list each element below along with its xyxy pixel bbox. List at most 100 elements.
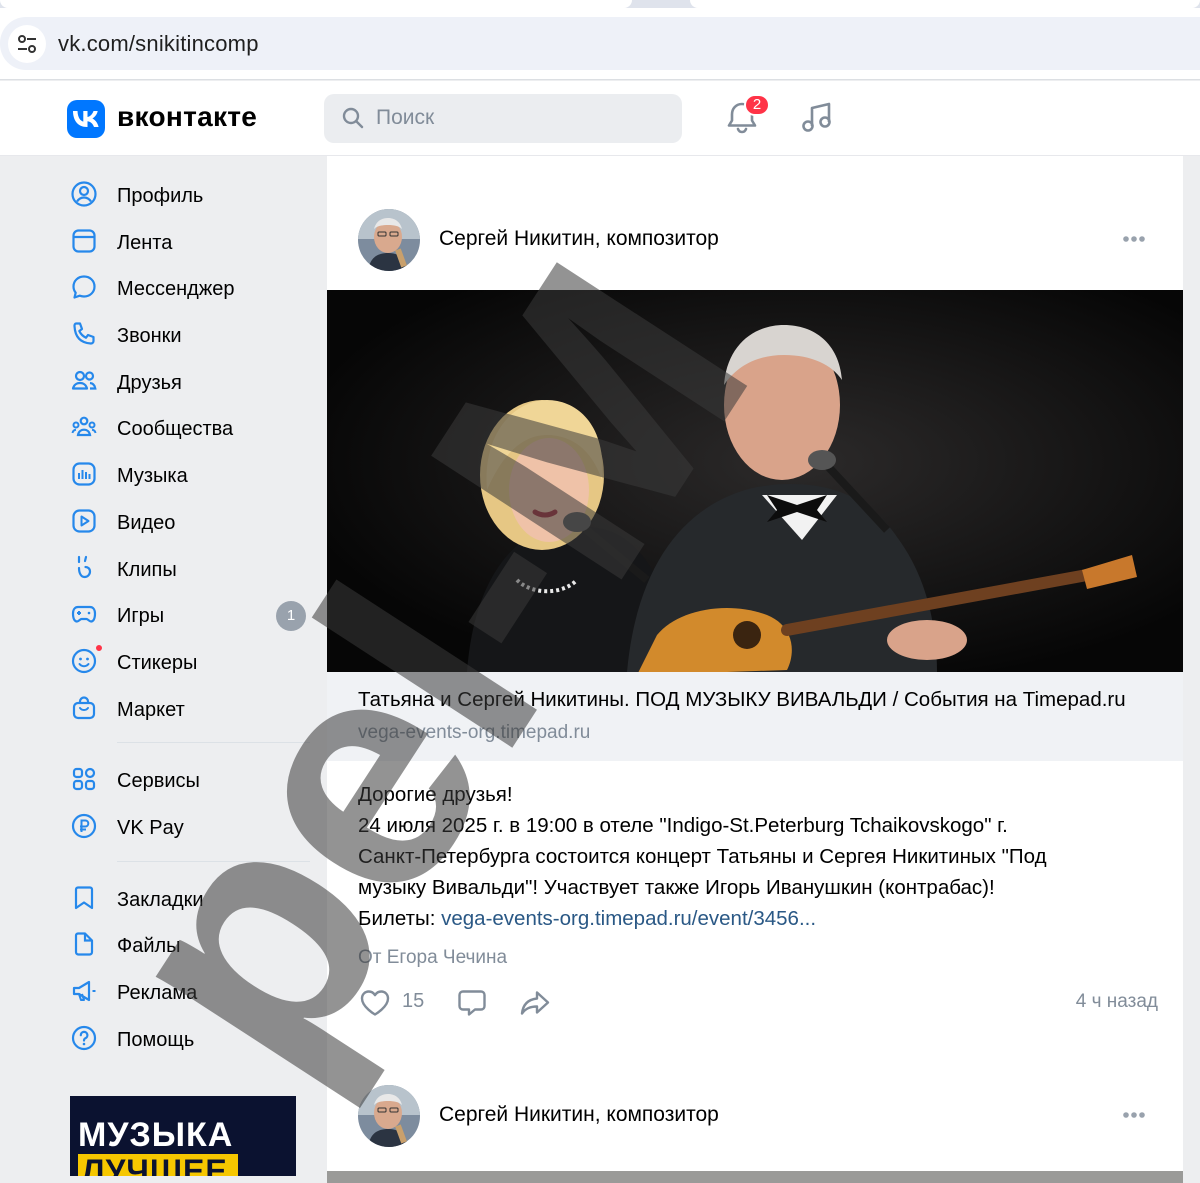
search-box[interactable] bbox=[324, 94, 682, 143]
ads-icon bbox=[72, 980, 96, 1002]
notification-count-badge: 2 bbox=[744, 94, 770, 116]
sidebar-item-label: Реклама bbox=[117, 982, 198, 1004]
video-icon bbox=[72, 509, 96, 533]
profile-icon bbox=[71, 181, 97, 207]
music-icon bbox=[72, 462, 96, 486]
browser-tab[interactable] bbox=[0, 0, 632, 8]
files-icon bbox=[74, 932, 94, 956]
like-icon[interactable] bbox=[358, 986, 392, 1020]
avatar[interactable] bbox=[358, 1085, 420, 1147]
sidebar-item-bookmarks[interactable]: Закладки bbox=[60, 874, 310, 921]
sidebar-item-profile[interactable]: Профиль bbox=[60, 170, 310, 217]
sidebar-item-communities[interactable]: Сообщества bbox=[60, 403, 310, 450]
url-text[interactable]: vk.com/snikitincomp bbox=[58, 31, 259, 57]
vk-logo-icon[interactable] bbox=[67, 100, 105, 138]
sidebar-item-label: Лента bbox=[117, 231, 173, 254]
link-title[interactable]: Татьяна и Сергей Никитины. ПОД МУЗЫКУ ВИ… bbox=[358, 688, 1158, 712]
post-text: Дорогие друзья! 24 июля 2025 г. в 19:00 … bbox=[358, 779, 1158, 934]
tune-icon[interactable] bbox=[8, 25, 46, 63]
post-text-line: Дорогие друзья! bbox=[358, 783, 513, 806]
sidebar-item-friends[interactable]: Друзья bbox=[60, 357, 310, 404]
browser-tab[interactable] bbox=[690, 0, 1200, 8]
post-photo[interactable] bbox=[327, 290, 1183, 672]
more-options-icon[interactable] bbox=[1118, 1105, 1158, 1125]
sidebar-item-help[interactable]: Помощь bbox=[60, 1014, 310, 1061]
sidebar-item-label: Файлы bbox=[117, 935, 181, 958]
share-icon[interactable] bbox=[518, 986, 552, 1020]
post-text-line: Билеты: vega-events-org.timepad.ru/event… bbox=[358, 903, 1158, 934]
post-author-name[interactable]: Сергей Никитин, композитор bbox=[439, 1103, 719, 1127]
sidebar-item-label: Игры bbox=[117, 605, 165, 628]
music-player-button[interactable] bbox=[797, 98, 837, 138]
sidebar-item-feed[interactable]: Лента bbox=[60, 217, 310, 264]
sidebar-item-label: Видео bbox=[117, 511, 176, 534]
sidebar-item-label: Звонки bbox=[117, 325, 182, 348]
link-attachment[interactable]: Татьяна и Сергей Никитины. ПОД МУЗЫКУ ВИ… bbox=[327, 672, 1183, 761]
sidebar-item-label: Сервисы bbox=[117, 770, 200, 793]
post-actions: 15 4 ч назад bbox=[358, 986, 1158, 1020]
sidebar-item-market[interactable]: Маркет bbox=[60, 684, 310, 731]
vk-logo-text[interactable]: вконтакте bbox=[117, 101, 257, 133]
sidebar-item-label: Друзья bbox=[117, 371, 182, 394]
sidebar-item-music[interactable]: Музыка bbox=[60, 450, 310, 497]
phone-icon bbox=[73, 322, 95, 345]
search-input[interactable] bbox=[376, 104, 666, 132]
post-text-line: Санкт-Петербурга состоится концерт Татья… bbox=[358, 845, 1047, 868]
more-options-icon[interactable] bbox=[1118, 229, 1158, 249]
friends-icon bbox=[71, 370, 97, 390]
post-source[interactable]: От Егора Чечина bbox=[358, 947, 507, 969]
sidebar-item-label: Мессенджер bbox=[117, 278, 235, 301]
like-count: 15 bbox=[402, 990, 425, 1012]
vkpay-icon bbox=[71, 813, 97, 839]
games-icon bbox=[71, 606, 97, 623]
messenger-icon bbox=[72, 275, 96, 299]
link-domain: vega-events-org.timepad.ru bbox=[358, 722, 591, 743]
sidebar-item-label: Помощь bbox=[117, 1028, 195, 1051]
wall-feed: Сергей Никитин, композитор Татьяна и Сер… bbox=[327, 156, 1183, 1183]
promo-banner[interactable]: МУЗЫКА ЛУЧШЕЕ bbox=[70, 1096, 296, 1176]
post-photo-preview bbox=[327, 1171, 1183, 1183]
music-note-icon bbox=[802, 102, 831, 132]
services-icon bbox=[72, 768, 96, 791]
sidebar-item-vkpay[interactable]: VK Pay bbox=[60, 802, 310, 849]
feed-icon bbox=[72, 229, 96, 253]
sidebar-divider bbox=[117, 860, 310, 862]
sidebar-item-video[interactable]: Видео bbox=[60, 497, 310, 544]
sidebar-item-games[interactable]: Игры 1 bbox=[60, 590, 310, 637]
help-icon bbox=[71, 1025, 97, 1050]
sidebar-item-messenger[interactable]: Мессенджер bbox=[60, 263, 310, 310]
sidebar-item-label: Сообщества bbox=[117, 418, 234, 441]
new-indicator-dot bbox=[94, 642, 104, 653]
sidebar-item-clips[interactable]: Клипы bbox=[60, 544, 310, 591]
communities-icon bbox=[71, 417, 97, 437]
sidebar-item-label: VK Pay bbox=[117, 816, 184, 839]
post-header: Сергей Никитин, композитор bbox=[358, 209, 1158, 271]
search-icon bbox=[341, 106, 365, 135]
sidebar-item-label: Музыка bbox=[117, 465, 188, 488]
post-timestamp[interactable]: 4 ч назад bbox=[1076, 991, 1158, 1013]
promo-subtitle: ЛУЧШЕЕ bbox=[78, 1154, 238, 1176]
browser-chrome: vk.com/snikitincomp bbox=[0, 0, 1200, 80]
post-text-line: 24 июля 2025 г. в 19:00 в отеле "Indigo-… bbox=[358, 814, 1008, 837]
avatar[interactable] bbox=[358, 209, 420, 271]
sidebar-item-label: Клипы bbox=[117, 558, 177, 581]
market-icon bbox=[72, 695, 96, 719]
tickets-link[interactable]: vega-events-org.timepad.ru/event/3456... bbox=[441, 907, 816, 930]
sidebar-item-label: Закладки bbox=[117, 888, 204, 911]
sidebar-item-calls[interactable]: Звонки bbox=[60, 310, 310, 357]
sidebar-item-files[interactable]: Файлы bbox=[60, 920, 310, 967]
vk-header: вконтакте bbox=[0, 81, 1200, 156]
sidebar-item-label: Стикеры bbox=[117, 651, 198, 674]
post-author-name[interactable]: Сергей Никитин, композитор bbox=[439, 227, 719, 251]
page-background bbox=[1183, 156, 1200, 1183]
tickets-label: Билеты: bbox=[358, 907, 442, 930]
sidebar-item-stickers[interactable]: Стикеры bbox=[60, 637, 310, 684]
clips-icon bbox=[77, 555, 92, 578]
address-bar[interactable]: vk.com/snikitincomp bbox=[0, 17, 1200, 70]
browser-tab-strip bbox=[0, 0, 1200, 8]
comment-icon[interactable] bbox=[455, 986, 489, 1020]
sidebar-item-ads[interactable]: Реклама bbox=[60, 967, 310, 1014]
sidebar-item-label: Профиль bbox=[117, 185, 204, 207]
post-header: Сергей Никитин, композитор bbox=[358, 1085, 1158, 1147]
sidebar-item-services[interactable]: Сервисы bbox=[60, 755, 310, 802]
